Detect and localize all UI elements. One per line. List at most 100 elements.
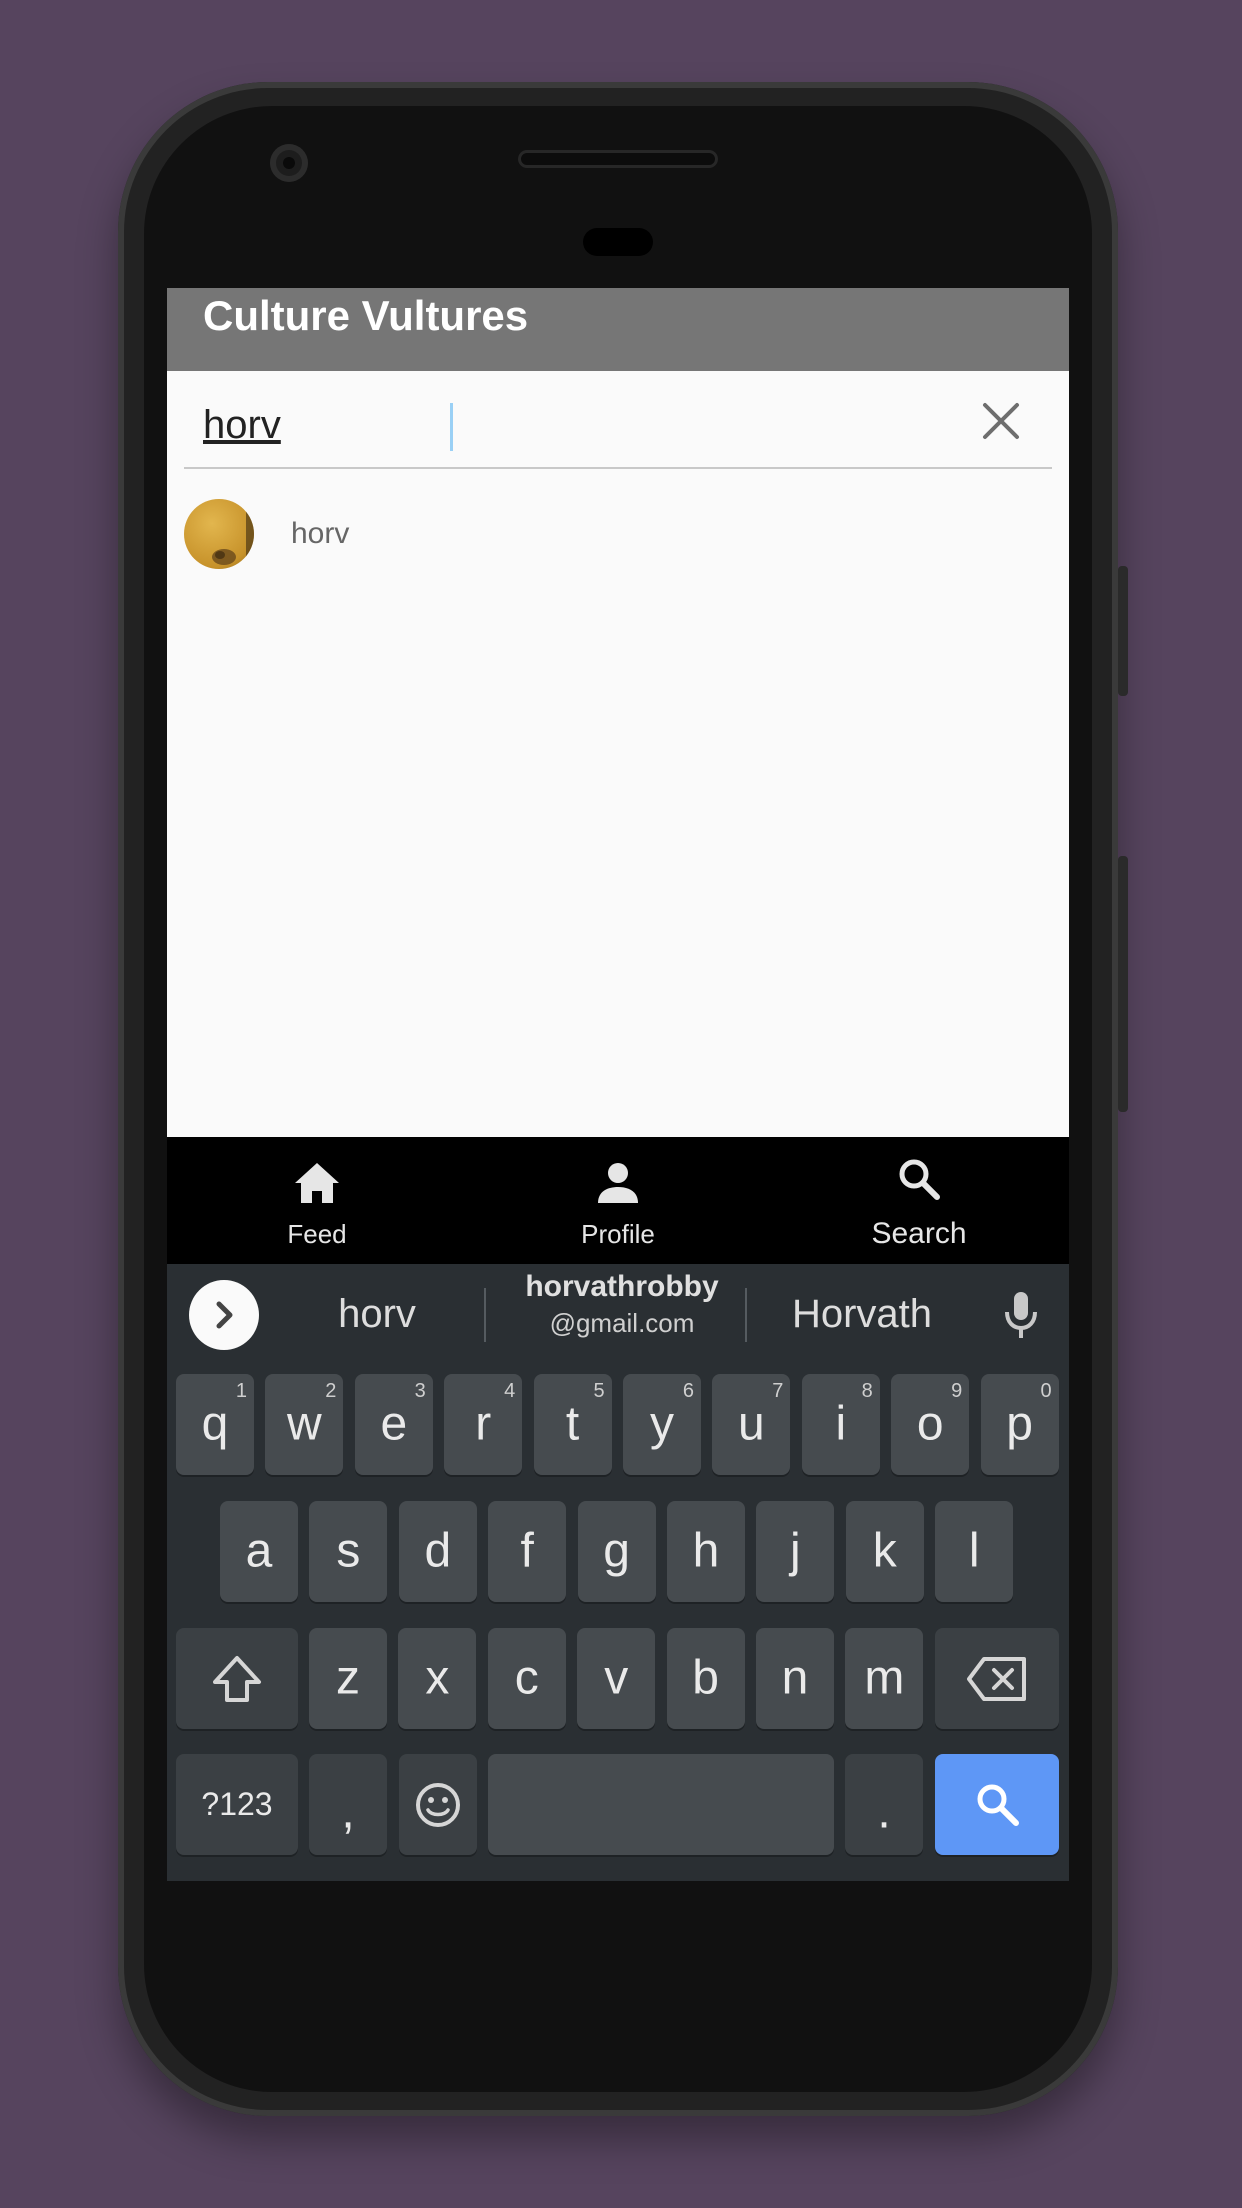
key-label: t	[565, 1396, 580, 1450]
volume-button	[1118, 856, 1128, 1112]
key-label: a	[245, 1523, 273, 1577]
list-item[interactable]: horv	[184, 499, 1052, 571]
result-username: horv	[291, 517, 350, 550]
key-label: x	[425, 1650, 450, 1704]
key-label: g	[603, 1523, 630, 1577]
key-o[interactable]: o9	[891, 1374, 970, 1475]
key-y[interactable]: y6	[623, 1374, 701, 1475]
key-k[interactable]: k	[845, 1501, 924, 1602]
key-label: n	[781, 1650, 809, 1704]
chevron-right-icon	[216, 1301, 233, 1329]
key-label: d	[424, 1523, 452, 1577]
symbols-key[interactable]: ?123	[176, 1754, 298, 1855]
key-x[interactable]: x	[398, 1628, 477, 1729]
key-f[interactable]: f	[488, 1501, 567, 1602]
nav-item-search[interactable]: Search	[769, 1137, 1069, 1264]
key-q[interactable]: q1	[176, 1374, 254, 1475]
key-label: z	[336, 1650, 360, 1704]
key-a[interactable]: a	[220, 1501, 298, 1602]
suggestion-middle[interactable]: horvathrobby @gmail.com	[492, 1270, 752, 1360]
nav-item-feed[interactable]: Feed	[167, 1137, 467, 1264]
key-label: c	[514, 1650, 539, 1704]
key-hint: 4	[504, 1380, 516, 1402]
key-l[interactable]: l	[935, 1501, 1014, 1602]
key-label: k	[872, 1523, 897, 1577]
key-p[interactable]: p0	[980, 1374, 1059, 1475]
key-hint: 8	[861, 1380, 873, 1402]
power-button	[1118, 566, 1128, 696]
suggestion-left[interactable]: horv	[277, 1292, 477, 1337]
mic-icon[interactable]	[1003, 1290, 1039, 1345]
emoji-key[interactable]	[399, 1754, 477, 1855]
key-label: e	[380, 1396, 408, 1450]
search-icon	[977, 1784, 1019, 1826]
key-c[interactable]: c	[487, 1628, 566, 1729]
key-hint: 9	[951, 1380, 963, 1402]
key-t[interactable]: t5	[533, 1374, 612, 1475]
key-label: h	[692, 1523, 720, 1577]
nav-label-search: Search	[871, 1217, 967, 1250]
key-m[interactable]: m	[845, 1628, 924, 1729]
comma-key[interactable]: ,	[309, 1754, 387, 1855]
soft-keyboard: horv horvathrobby @gmail.com Horvath ?12…	[167, 1264, 1069, 1881]
backspace-key[interactable]	[935, 1628, 1059, 1729]
key-label: i	[835, 1396, 847, 1450]
key-j[interactable]: j	[756, 1501, 835, 1602]
key-hint: 2	[325, 1380, 337, 1402]
search-input[interactable]: horv	[203, 401, 281, 449]
nav-item-profile[interactable]: Profile	[468, 1137, 768, 1264]
shift-key[interactable]	[176, 1628, 298, 1729]
key-hint: 7	[772, 1380, 784, 1402]
nav-label-feed: Feed	[287, 1219, 347, 1249]
key-hint: 3	[414, 1380, 426, 1402]
close-icon[interactable]	[979, 399, 1023, 443]
space-key[interactable]	[488, 1754, 834, 1855]
key-u[interactable]: u7	[712, 1374, 791, 1475]
key-label: m	[864, 1650, 905, 1704]
search-submit-key[interactable]	[935, 1754, 1059, 1855]
key-label: w	[287, 1396, 322, 1450]
key-n[interactable]: n	[756, 1628, 834, 1729]
expand-toolbar-button[interactable]	[189, 1280, 259, 1350]
suggestion-divider	[484, 1288, 486, 1342]
emoji-icon	[416, 1783, 460, 1827]
shift-icon	[213, 1656, 261, 1702]
symbols-key-label: ?123	[201, 1785, 273, 1822]
key-g[interactable]: g	[577, 1501, 656, 1602]
key-i[interactable]: i8	[801, 1374, 880, 1475]
key-label: r	[475, 1396, 492, 1450]
avatar	[184, 499, 254, 569]
key-h[interactable]: h	[667, 1501, 745, 1602]
key-label: l	[968, 1523, 980, 1577]
text-cursor	[450, 403, 453, 451]
key-d[interactable]: d	[398, 1501, 477, 1602]
key-hint: 1	[235, 1380, 247, 1402]
key-b[interactable]: b	[666, 1628, 745, 1729]
key-label: v	[604, 1650, 629, 1704]
key-r[interactable]: r4	[444, 1374, 523, 1475]
period-key-label: .	[877, 1784, 891, 1838]
search-page: horv horv	[167, 371, 1069, 1137]
key-z[interactable]: z	[309, 1628, 387, 1729]
suggestion-right[interactable]: Horvath	[757, 1292, 967, 1337]
search-field[interactable]: horv	[184, 371, 1052, 469]
key-s[interactable]: s	[309, 1501, 388, 1602]
key-e[interactable]: e3	[354, 1374, 433, 1475]
key-label: q	[201, 1396, 229, 1450]
key-label: o	[916, 1396, 944, 1450]
earpiece-speaker	[518, 150, 718, 168]
home-icon	[295, 1163, 339, 1203]
key-label: s	[336, 1523, 361, 1577]
suggestion-bar: horv horvathrobby @gmail.com Horvath	[167, 1264, 1069, 1370]
app-bar: Culture Vultures	[167, 288, 1069, 371]
key-v[interactable]: v	[577, 1628, 656, 1729]
period-key[interactable]: .	[845, 1754, 923, 1855]
app-title: Culture Vultures	[203, 292, 529, 339]
front-camera	[270, 144, 308, 182]
key-label: j	[790, 1523, 801, 1577]
key-w[interactable]: w2	[265, 1374, 344, 1475]
key-hint: 6	[682, 1380, 694, 1402]
backspace-icon	[967, 1657, 1026, 1701]
search-icon	[899, 1159, 940, 1200]
suggestion-middle-line1: horvathrobby	[525, 1270, 719, 1303]
